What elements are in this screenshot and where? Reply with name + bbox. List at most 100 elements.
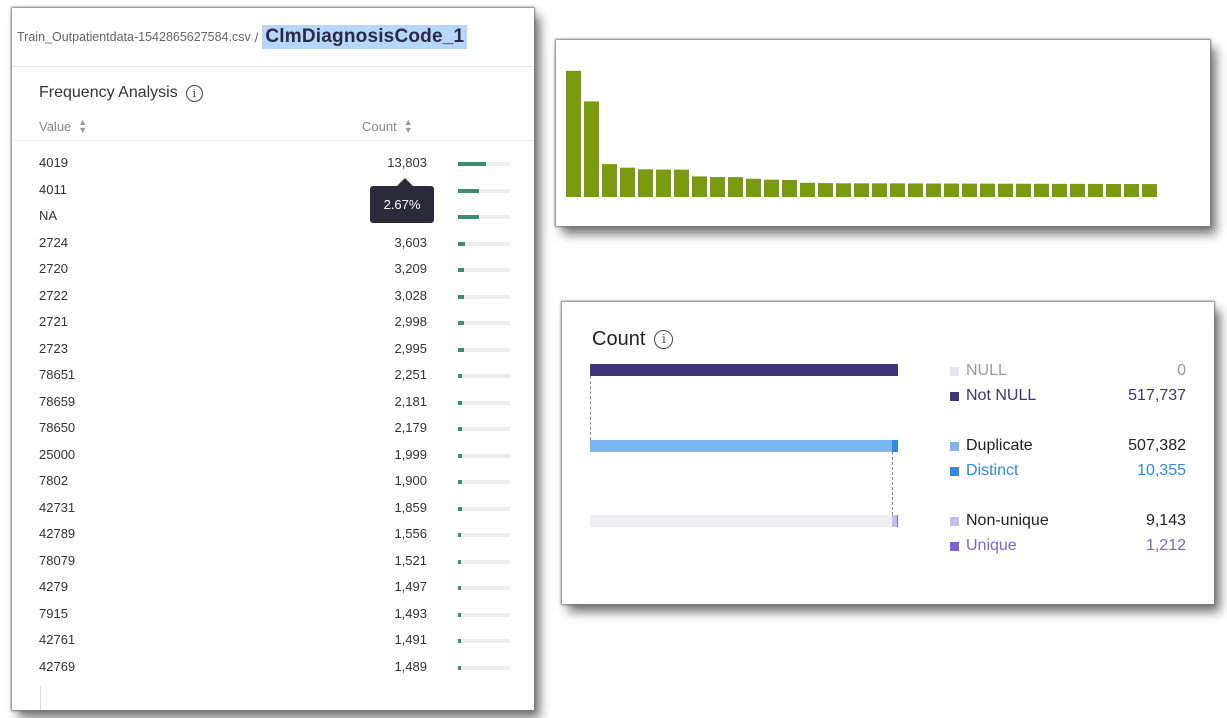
histogram-bar[interactable] [980, 183, 995, 197]
legend-label: Distinct [966, 462, 1019, 479]
table-row[interactable]: 78650 2,179 [12, 415, 534, 441]
breadcrumb-file-link[interactable]: Train_Outpatientdata-1542865627584.csv [17, 30, 251, 44]
table-row[interactable]: 4279 1,497 [12, 574, 534, 600]
row-count: 1,999 [394, 446, 427, 462]
frequency-analysis-title: Frequency Analysis i [39, 84, 203, 102]
row-value: 4011 [39, 181, 67, 197]
breadcrumb-column-name: ClmDiagnosisCode_1 [262, 25, 468, 49]
table-row[interactable]: 2724 3,603 [12, 230, 534, 256]
legend-item-distinct[interactable]: Distinct 10,355 [950, 462, 1186, 482]
legend-swatch [950, 542, 959, 551]
legend-swatch [950, 367, 959, 376]
row-count: 2,251 [394, 367, 427, 382]
histogram-bar[interactable] [656, 169, 671, 197]
share-bar-fill [458, 559, 461, 564]
histogram-bar[interactable] [908, 183, 923, 197]
info-circle-icon[interactable]: i [654, 330, 674, 349]
table-row[interactable]: 42769 1,489 [12, 654, 534, 680]
duplicate-bar[interactable] [590, 440, 898, 452]
histogram-bar[interactable] [926, 183, 941, 197]
table-row[interactable]: 2721 2,998 [12, 309, 534, 335]
histogram-bar[interactable] [782, 180, 797, 197]
table-row[interactable]: 78079 1,521 [12, 548, 534, 574]
scroll-guide-line [40, 686, 41, 710]
histogram-bar[interactable] [1034, 183, 1049, 197]
table-row[interactable]: 78659 2,181 [12, 389, 534, 415]
breadcrumb: Train_Outpatientdata-1542865627584.csv /… [12, 8, 534, 67]
histogram-bar[interactable] [890, 183, 905, 197]
histogram-bar[interactable] [818, 183, 833, 197]
histogram-bar[interactable] [566, 70, 581, 197]
table-row[interactable]: 78651 2,251 [12, 362, 534, 388]
unique-bar[interactable] [897, 515, 898, 527]
histogram-bar[interactable] [620, 167, 635, 197]
histogram-bar[interactable] [728, 177, 743, 197]
histogram-bar[interactable] [944, 183, 959, 197]
histogram-bar[interactable] [1088, 183, 1103, 197]
table-row[interactable]: 42731 1,859 [12, 495, 534, 521]
share-bar-fill [458, 427, 462, 431]
table-row[interactable]: 7915 1,493 [12, 601, 534, 627]
histogram-bar[interactable] [602, 164, 617, 197]
histogram-bar[interactable] [674, 169, 689, 197]
row-count: 2,179 [394, 420, 427, 435]
histogram-bar[interactable] [710, 177, 725, 197]
legend-item-not-null[interactable]: Not NULL 517,737 [950, 387, 1186, 407]
histogram-bar[interactable] [692, 176, 707, 197]
histogram-bar[interactable] [584, 101, 599, 197]
histogram-bar[interactable] [854, 183, 869, 197]
row-value: 2720 [39, 261, 68, 276]
histogram-bar[interactable] [836, 183, 851, 197]
percentage-tooltip: 2.67% [370, 186, 434, 223]
table-row[interactable]: 2722 3,028 [12, 283, 534, 309]
table-row[interactable]: NA10,455 [12, 203, 534, 229]
breadcrumb-separator: / [254, 29, 259, 45]
distinct-bar[interactable] [892, 440, 898, 452]
share-bar-fill [458, 400, 462, 405]
histogram-bar[interactable] [998, 183, 1013, 197]
table-row[interactable]: 4019 13,803 [12, 150, 534, 176]
histogram-bar[interactable] [638, 169, 653, 197]
table-row[interactable]: 2720 3,209 [12, 256, 534, 282]
share-bar-track [458, 453, 510, 458]
histogram-bar[interactable] [962, 183, 977, 197]
share-bar-track [458, 612, 510, 617]
histogram-bar[interactable] [1124, 184, 1139, 197]
sort-updown-icon[interactable]: ▲ ▼ [78, 118, 87, 135]
share-bar-track [458, 427, 510, 431]
legend-item-null[interactable]: NULL 0 [950, 362, 1186, 382]
histogram-bar[interactable] [872, 183, 887, 197]
row-count: 1,521 [394, 552, 427, 568]
legend-item-unique[interactable]: Unique 1,212 [950, 537, 1186, 557]
legend-item-duplicate[interactable]: Duplicate 507,382 [950, 437, 1186, 457]
histogram-bar[interactable] [800, 182, 815, 197]
histogram-bar[interactable] [1052, 183, 1067, 197]
count-panel: Count i NULL 0 Not NULL 517,737 Duplicate 507… [562, 302, 1214, 604]
histogram-bar[interactable] [1070, 183, 1085, 197]
histogram-bar[interactable] [1106, 183, 1121, 197]
not-null-bar[interactable] [590, 364, 898, 376]
histogram-bar[interactable] [746, 178, 761, 197]
table-row[interactable]: 2723 2,995 [12, 336, 534, 362]
table-row[interactable]: 42789 1,556 [12, 521, 534, 547]
sort-updown-icon[interactable]: ▲ ▼ [404, 118, 413, 135]
table-row[interactable]: 25000 1,999 [12, 442, 534, 468]
histogram-bar[interactable] [1142, 184, 1157, 197]
share-bar-track [458, 188, 510, 193]
histogram-bar[interactable] [1016, 183, 1031, 197]
count-column-header[interactable]: Count ▲ ▼ [362, 118, 413, 135]
legend-swatch [950, 392, 959, 401]
info-circle-icon[interactable]: i [185, 84, 203, 102]
share-bar-fill [458, 241, 465, 246]
share-bar-fill [458, 506, 462, 511]
row-value: 42789 [39, 526, 76, 541]
legend-item-non-unique[interactable]: Non-unique 9,143 [950, 512, 1186, 532]
row-value: 42761 [39, 632, 76, 647]
value-column-header[interactable]: Value ▲ ▼ [39, 118, 87, 135]
histogram-bar[interactable] [764, 179, 779, 197]
table-row[interactable]: 7802 1,900 [12, 468, 534, 494]
legend-label: Duplicate [966, 437, 1033, 454]
table-row[interactable]: 4011 [12, 177, 534, 203]
share-bar-fill [458, 321, 464, 325]
table-row[interactable]: 42761 1,491 [12, 627, 534, 653]
